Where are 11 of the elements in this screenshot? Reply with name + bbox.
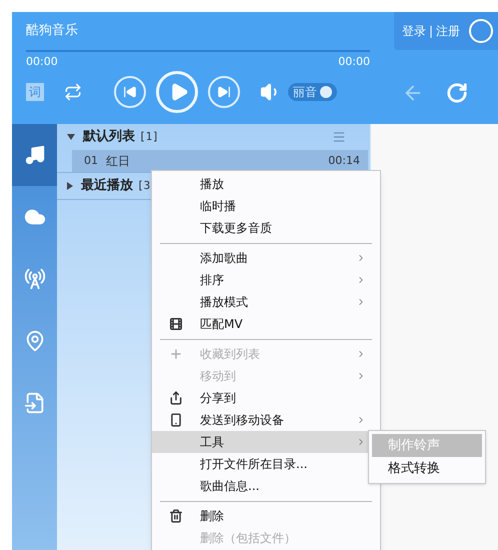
song-duration: 00:14 xyxy=(328,152,360,169)
elapsed-time: 00:00 xyxy=(26,55,58,68)
auth-divider: | xyxy=(429,23,434,40)
playlist-count: [1] xyxy=(139,128,159,145)
total-time: 00:00 xyxy=(338,55,370,68)
song-index: 01 xyxy=(84,152,98,169)
app-title: 酷狗音乐 xyxy=(26,22,78,40)
playlist-name: 最近播放 xyxy=(81,177,133,196)
playlist-count: [3 xyxy=(137,178,150,194)
playlist-name: 默认列表 xyxy=(83,128,135,146)
song-title: 红日 xyxy=(106,153,130,170)
